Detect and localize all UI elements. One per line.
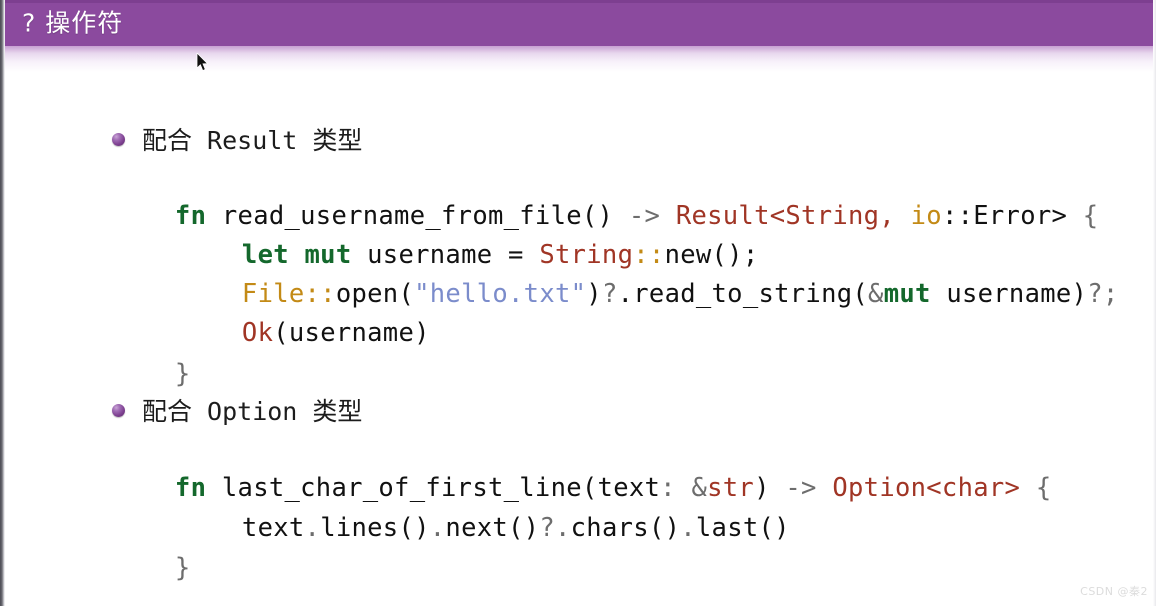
bullet-label: 配合 Result 类型 — [142, 126, 363, 155]
code-token-paren: ) — [586, 278, 602, 309]
code-token-keyword: mut — [883, 278, 931, 309]
code-token-method: last() — [695, 512, 790, 543]
code-token-dot: . — [429, 512, 446, 543]
code-token-close-brace: } — [174, 358, 191, 389]
code-line: } — [81, 530, 191, 606]
slide-content: 配合 Result 类型 fn read_username_from_file(… — [0, 72, 1156, 606]
bullet-item-result: 配合 Result 类型 — [112, 121, 362, 157]
code-line: text.lines().next()?.chars().last() — [148, 490, 790, 567]
bullet-item-option: 配合 Option 类型 — [112, 392, 362, 428]
code-token-identifier: (username) — [273, 317, 430, 348]
code-token-ampersand: & — [868, 278, 884, 309]
bullet-sphere-icon — [112, 132, 125, 146]
code-token-dot: . — [680, 512, 696, 543]
mouse-pointer-arrow-icon — [196, 53, 209, 72]
watermark-text: CSDN @秦2 — [1080, 585, 1148, 598]
slide-left-edge — [0, 0, 5, 606]
title-bar: ? 操作符 — [0, 0, 1156, 46]
code-token-dot: . — [304, 512, 321, 543]
code-token-module: io — [894, 200, 942, 231]
code-token-method: .read_to_string( — [617, 278, 869, 309]
code-token-method: chars() — [570, 512, 681, 543]
code-token-open-brace: { — [1067, 200, 1099, 231]
code-token-dot: . — [555, 512, 571, 543]
title-bar-top-line — [0, 0, 1156, 3]
code-token-string: "hello.txt" — [414, 278, 587, 309]
code-token-question: ? — [539, 512, 555, 543]
code-token-open-brace: { — [1020, 472, 1052, 503]
code-token-method: lines() — [320, 512, 430, 543]
code-token-method: next() — [445, 512, 540, 543]
code-token-error-type: ::Error> — [941, 200, 1068, 231]
code-token-identifier: username) — [930, 278, 1088, 309]
code-token-close-brace: } — [174, 552, 191, 583]
code-token-question-semicolon: ?; — [1087, 278, 1119, 309]
title-bar-glow — [0, 46, 1156, 72]
code-token-variant: Ok — [241, 317, 274, 348]
bullet-sphere-icon — [112, 403, 125, 417]
page-title: ? 操作符 — [22, 8, 124, 38]
code-token-identifier: text — [241, 512, 305, 543]
code-token-return-type: Option<char> — [832, 472, 1021, 503]
bullet-label: 配合 Option 类型 — [142, 397, 363, 426]
slide-root: ? 操作符 配合 Result 类型 fn read_username_from… — [0, 0, 1156, 606]
code-token-question: ? — [601, 278, 618, 309]
